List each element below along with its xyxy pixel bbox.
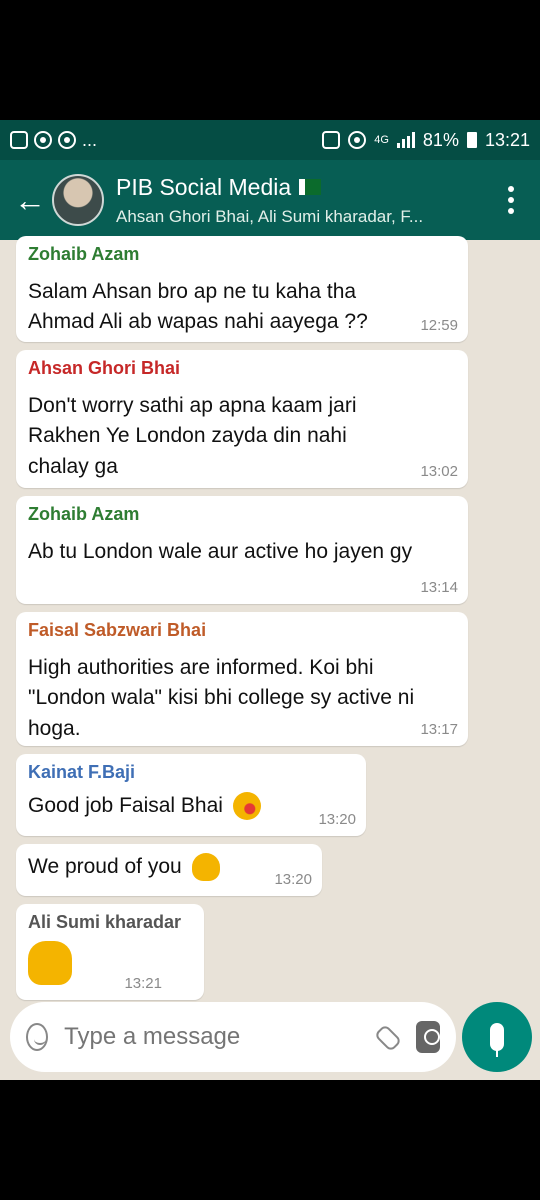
message-text: We proud of you: [28, 855, 182, 878]
status-bar: ... 4G 81% 13:21: [0, 120, 540, 160]
top-black-border: [0, 0, 540, 120]
chat-header: ← PIB Social Media Ahsan Ghori Bhai, Ali…: [0, 160, 540, 240]
message-time: 13:02: [420, 463, 458, 480]
thumbs-up-emoji-icon: [191, 853, 220, 882]
pakistan-flag-icon: [299, 179, 322, 195]
message-bubble[interactable]: Ahsan Ghori Bhai Don't worry sathi ap ap…: [16, 350, 468, 488]
message-composer: [10, 1002, 456, 1072]
message-body: We proud of you: [28, 852, 310, 882]
message-body: Good job Faisal Bhai: [28, 791, 354, 821]
message-time: 13:21: [124, 975, 162, 992]
message-input[interactable]: [64, 1023, 375, 1051]
emoji-icon[interactable]: [26, 1023, 49, 1051]
message-time: 12:59: [420, 317, 458, 334]
message-time: 13:17: [420, 721, 458, 738]
message-bubble[interactable]: Kainat F.Baji Good job Faisal Bhai 13:20: [16, 754, 366, 836]
network-type: 4G: [374, 134, 389, 146]
status-more: ...: [82, 129, 98, 150]
message-bubble[interactable]: Zohaib Azam Ab tu London wale aur active…: [16, 496, 468, 604]
group-members-subtitle: Ahsan Ghori Bhai, Ali Sumi kharadar, F..…: [116, 206, 424, 226]
message-sender: Zohaib Azam: [28, 244, 140, 264]
message-time: 13:20: [274, 871, 312, 888]
message-bubble[interactable]: We proud of you 13:20: [16, 844, 322, 896]
message-sender: Zohaib Azam: [28, 504, 140, 524]
signal-icon: [396, 132, 415, 148]
message-sender: Faisal Sabzwari Bhai: [28, 620, 207, 640]
bottom-black-border: [0, 1080, 540, 1200]
message-text: Ab tu London wale aur active ho jayen gy: [28, 540, 413, 563]
message-time: 13:14: [420, 579, 458, 596]
message-time: 13:20: [318, 811, 356, 828]
battery-icon: [466, 132, 477, 148]
message-text: High authorities are informed. Koi bhi "…: [28, 656, 415, 740]
message-bubble[interactable]: Faisal Sabzwari Bhai High authorities ar…: [16, 612, 468, 746]
battery-percent: 81%: [422, 129, 459, 150]
mic-icon: [490, 1023, 504, 1057]
back-arrow-icon[interactable]: ←: [8, 182, 52, 219]
instagram-icon: [10, 131, 28, 149]
notification-icon: [34, 131, 52, 149]
thumbs-up-emoji-icon: [28, 941, 72, 985]
message-sender: Ahsan Ghori Bhai: [28, 358, 181, 378]
more-options-icon[interactable]: [508, 186, 514, 214]
message-bubble[interactable]: Zohaib Azam Salam Ahsan bro ap ne tu kah…: [16, 236, 468, 342]
chat-header-titles[interactable]: PIB Social Media Ahsan Ghori Bhai, Ali S…: [116, 174, 423, 227]
message-sender: Kainat F.Baji: [28, 762, 136, 782]
message-sender: Ali Sumi kharadar: [28, 912, 182, 932]
group-title: PIB Social Media: [116, 173, 292, 200]
message-list: Zohaib Azam Salam Ahsan bro ap ne tu kah…: [0, 236, 540, 1000]
message-text: Good job Faisal Bhai: [28, 794, 223, 817]
notification-icon: [58, 131, 76, 149]
alarm-icon: [348, 131, 367, 149]
camera-icon[interactable]: [415, 1021, 440, 1053]
mic-button[interactable]: [462, 1002, 532, 1072]
clock: 13:21: [484, 129, 530, 150]
attach-icon[interactable]: [374, 1024, 394, 1050]
phone-screen: ... 4G 81% 13:21 ← PIB Social Media Ahsa…: [0, 120, 540, 1080]
group-avatar[interactable]: [52, 174, 104, 226]
message-text: Salam Ahsan bro ap ne tu kaha tha Ahmad …: [28, 280, 368, 334]
lock-icon: [322, 131, 341, 149]
message-text: Don't worry sathi ap apna kaam jari Rakh…: [28, 394, 357, 478]
kiss-face-emoji-icon: [232, 792, 261, 821]
message-bubble[interactable]: Ali Sumi kharadar 13:21: [16, 904, 204, 1000]
